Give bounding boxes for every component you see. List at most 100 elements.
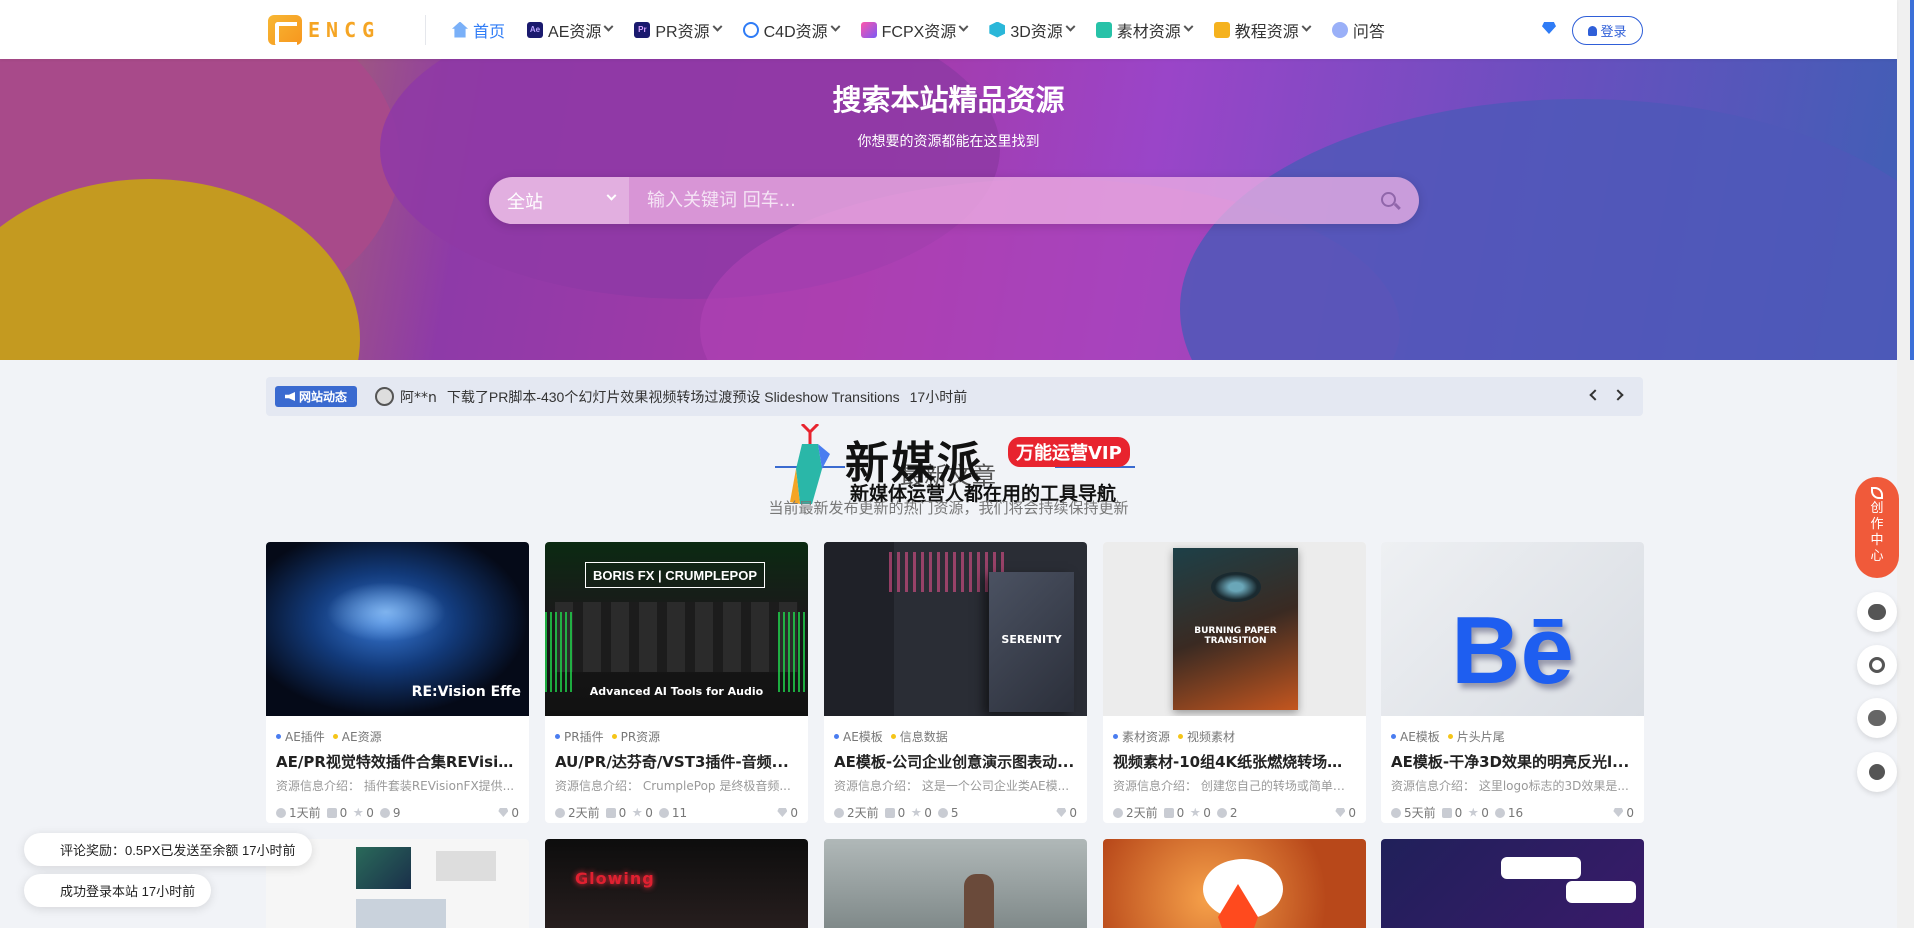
view-count: 2 bbox=[1229, 805, 1238, 820]
card-thumbnail[interactable]: RE:Vision Effe bbox=[266, 542, 529, 716]
search-icon[interactable] bbox=[1381, 192, 1396, 207]
main-nav: 首页 Ae AE资源 Pr PR资源 C4D资源 FCPX资源 3D资源 素材资… bbox=[452, 0, 1407, 59]
search-bar: 全站 bbox=[489, 177, 1419, 224]
nav-item-tutorials[interactable]: 教程资源 bbox=[1213, 18, 1312, 42]
card-thumbnail[interactable]: BURNING PAPER TRANSITION bbox=[1103, 542, 1366, 716]
wechat-button[interactable] bbox=[1857, 592, 1897, 632]
avatar[interactable] bbox=[375, 387, 394, 406]
article-card[interactable]: BORIS FX | CRUMPLEPOP Advanced AI Tools … bbox=[545, 542, 808, 823]
star-meta[interactable]: 0 bbox=[353, 806, 374, 820]
card-description: 资源信息介绍： 插件套装REVisionFX提供... bbox=[276, 779, 515, 793]
card-tag[interactable]: AE模板 bbox=[1391, 728, 1440, 745]
ticker-username[interactable]: 阿**n bbox=[400, 387, 437, 407]
thumbnail-art bbox=[1501, 857, 1581, 879]
ad-vip-badge[interactable]: 万能运营VIP bbox=[1008, 437, 1130, 467]
nav-item-home[interactable]: 首页 bbox=[452, 18, 505, 42]
creator-center-button[interactable]: 创作中心 bbox=[1855, 477, 1899, 578]
card-tag[interactable]: AE插件 bbox=[276, 728, 325, 745]
search-input[interactable] bbox=[629, 177, 1349, 224]
article-card[interactable]: BURNING PAPER TRANSITION 素材资源 视频素材 视频素材-… bbox=[1103, 542, 1366, 823]
diamond-icon bbox=[777, 808, 788, 817]
card-tag[interactable]: PR插件 bbox=[555, 728, 604, 745]
thumbnail-art bbox=[1211, 572, 1261, 602]
thumbnail-art bbox=[436, 851, 496, 881]
like-meta[interactable]: 0 bbox=[1163, 806, 1184, 820]
deer-logo-icon bbox=[790, 424, 830, 504]
nav-item-3d[interactable]: 3D资源 bbox=[989, 18, 1076, 42]
card-thumbnail[interactable]: SERENITY bbox=[824, 542, 1087, 716]
thumbnail-art bbox=[555, 602, 798, 672]
card-tag[interactable]: 信息数据 bbox=[890, 728, 948, 745]
card-tag[interactable]: PR资源 bbox=[611, 728, 660, 745]
tag-label: 片头片尾 bbox=[1456, 730, 1505, 744]
login-button[interactable]: 登录 bbox=[1572, 16, 1643, 45]
article-card[interactable]: SERENITY AE模板 信息数据 AE模板-公司企业创意演示图表动... 资… bbox=[824, 542, 1087, 823]
star-count: 0 bbox=[1203, 805, 1211, 820]
article-card[interactable]: Bē AE模板 片头片尾 AE模板-干净3D效果的明亮反光l... 资源信息介绍… bbox=[1381, 542, 1644, 823]
nav-item-label: PR资源 bbox=[655, 23, 710, 41]
time-meta: 2天前 bbox=[555, 804, 600, 821]
star-meta[interactable]: 0 bbox=[1190, 806, 1211, 820]
nav-item-ae[interactable]: Ae AE资源 bbox=[527, 18, 614, 42]
card-title[interactable]: AU/PR/达芬奇/VST3插件-音频... bbox=[555, 751, 798, 772]
thumbnail-art: Glowing bbox=[575, 869, 655, 888]
article-card[interactable]: Glowing bbox=[545, 839, 808, 928]
article-card[interactable]: RE:Vision Effe AE插件 AE资源 AE/PR视觉特效插件合集RE… bbox=[266, 542, 529, 823]
star-meta[interactable]: 0 bbox=[632, 806, 653, 820]
tag-label: AE插件 bbox=[285, 730, 325, 744]
card-tag[interactable]: AE模板 bbox=[834, 728, 883, 745]
card-tag[interactable]: AE资源 bbox=[332, 728, 382, 745]
nav-item-c4d[interactable]: C4D资源 bbox=[742, 18, 841, 42]
tag-dot bbox=[890, 734, 896, 739]
article-card[interactable] bbox=[824, 839, 1087, 928]
like-meta[interactable]: 0 bbox=[884, 806, 905, 820]
card-tags: 素材资源 视频素材 bbox=[1113, 728, 1366, 745]
chevron-right-icon[interactable] bbox=[1612, 389, 1624, 401]
time-meta: 1天前 bbox=[276, 804, 321, 821]
card-description: 资源信息介绍： 这是一个公司企业类AE模... bbox=[834, 779, 1070, 793]
speaker-icon bbox=[284, 392, 295, 401]
scrollbar-thumb[interactable] bbox=[1910, 0, 1914, 360]
thumbnail-art bbox=[356, 847, 411, 889]
star-meta[interactable]: 0 bbox=[1468, 806, 1489, 820]
card-title[interactable]: AE模板-干净3D效果的明亮反光l... bbox=[1391, 751, 1634, 772]
cube-icon bbox=[989, 21, 1006, 38]
search-scope-select[interactable]: 全站 bbox=[489, 177, 629, 224]
customer-service-button[interactable] bbox=[1857, 698, 1897, 738]
theme-toggle-button[interactable] bbox=[1857, 752, 1897, 792]
thumbs-up-icon bbox=[605, 807, 616, 818]
like-count: 0 bbox=[1454, 805, 1463, 820]
like-meta[interactable]: 0 bbox=[605, 806, 626, 820]
like-meta[interactable]: 0 bbox=[1441, 805, 1463, 820]
card-thumbnail[interactable]: Bē bbox=[1381, 542, 1644, 716]
home-icon bbox=[452, 21, 468, 38]
logo-text: ENCG bbox=[308, 18, 381, 42]
clock-icon bbox=[1391, 807, 1401, 818]
activity-badge: 网站动态 bbox=[275, 386, 357, 407]
activity-badge-label: 网站动态 bbox=[298, 390, 347, 404]
card-tag[interactable]: 片头片尾 bbox=[1447, 728, 1505, 745]
nav-item-materials[interactable]: 素材资源 bbox=[1095, 18, 1194, 42]
site-logo[interactable]: ENCG bbox=[268, 14, 380, 46]
vip-diamond-icon[interactable] bbox=[1542, 22, 1556, 34]
star-meta[interactable]: 0 bbox=[911, 806, 932, 820]
nav-item-pr[interactable]: Pr PR资源 bbox=[634, 18, 723, 42]
like-meta[interactable]: 0 bbox=[326, 806, 347, 820]
nav-item-qa[interactable]: 问答 bbox=[1331, 18, 1385, 42]
article-card[interactable] bbox=[1381, 839, 1644, 928]
price-value: 0 bbox=[511, 805, 519, 820]
chevron-down-icon bbox=[958, 21, 969, 32]
card-title[interactable]: AE/PR视觉特效插件合集REVisio... bbox=[276, 751, 519, 772]
nav-item-fcpx[interactable]: FCPX资源 bbox=[860, 18, 969, 42]
card-tag[interactable]: 素材资源 bbox=[1113, 728, 1170, 745]
article-card[interactable] bbox=[1103, 839, 1366, 928]
search-stats-button[interactable] bbox=[1857, 645, 1897, 685]
card-title[interactable]: AE模板-公司企业创意演示图表动... bbox=[834, 751, 1077, 772]
card-title[interactable]: 视频素材-10组4K纸张燃烧转场过... bbox=[1113, 751, 1356, 772]
thumbnail-art: BORIS FX | CRUMPLEPOP bbox=[585, 562, 765, 588]
card-thumbnail[interactable]: BORIS FX | CRUMPLEPOP Advanced AI Tools … bbox=[545, 542, 808, 716]
chevron-left-icon[interactable] bbox=[1589, 389, 1601, 401]
card-tag[interactable]: 视频素材 bbox=[1178, 728, 1235, 745]
clock-icon bbox=[1113, 807, 1123, 818]
ticker-message[interactable]: 下载了PR脚本-430个幻灯片效果视频转场过渡预设 Slideshow Tran… bbox=[447, 387, 900, 407]
